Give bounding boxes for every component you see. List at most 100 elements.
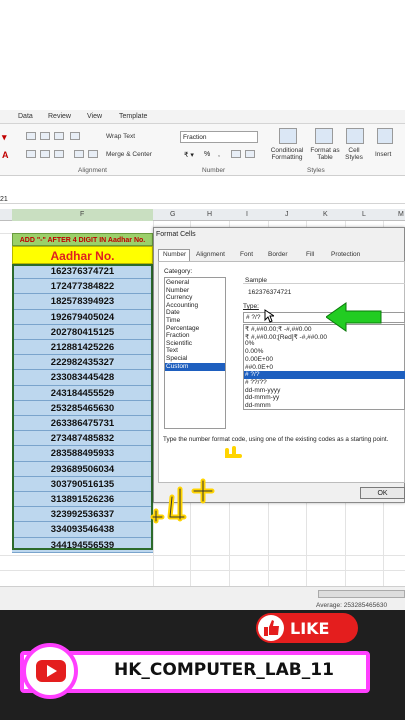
format-code-item[interactable]: ₹ #,##0.00;[Red]₹ -#,##0.00 [245,333,327,341]
orientation-icon[interactable] [70,132,80,140]
ribbon: ▾ A Wrap Text Merge & Center Fraction ₹ … [0,124,405,176]
tab-fill[interactable]: Fill [306,251,314,258]
column-header-l[interactable]: L [362,211,366,218]
gridline [0,555,405,556]
cell-styles-icon[interactable] [346,128,364,144]
type-label: Type: [243,303,259,310]
cell-styles-button[interactable]: Cell Styles [340,147,368,161]
format-code-item[interactable]: dd-mm-yyyy [245,387,280,394]
format-code-item[interactable]: # ?/? [245,371,259,378]
horizontal-scrollbar[interactable] [318,590,405,598]
category-item[interactable]: Fraction [166,332,189,339]
align-bottom-icon[interactable] [54,132,64,140]
alignment-group-label: Alignment [78,167,107,174]
column-header-i[interactable]: I [246,211,248,218]
align-top-icon[interactable] [26,132,36,140]
category-item[interactable]: Special [166,355,187,362]
category-label: Category: [164,268,193,275]
column-headers: F G H I J K L M [0,209,405,221]
format-code-item[interactable]: 0% [245,340,254,347]
instruction-header-cell[interactable]: ADD "-" AFTER 4 DIGIT IN Aadhar No. [12,233,153,246]
category-item[interactable]: Time [166,317,180,324]
handwritten-four-plus-icon [150,478,215,524]
format-code-item[interactable]: 0.00E+00 [245,356,273,363]
currency-button[interactable]: ₹ ▾ [184,151,194,159]
styles-group-label: Styles [307,167,325,174]
video-top-margin [0,0,405,110]
conditional-formatting-icon[interactable] [279,128,297,144]
column-header-h[interactable]: H [207,211,212,218]
decrease-indent-icon[interactable] [74,150,84,158]
decrease-decimal-icon[interactable] [245,150,255,158]
comma-button[interactable]: , [218,151,220,158]
wrap-text-button[interactable]: Wrap Text [106,133,135,140]
tab-number[interactable]: Number [163,251,186,258]
youtube-play-icon [36,660,66,682]
fill-color-icon[interactable]: ▾ [2,132,7,143]
format-code-selection-highlight [244,371,405,379]
align-left-icon[interactable] [26,150,36,158]
format-as-table-icon[interactable] [315,128,333,144]
handwritten-mark-icon [225,446,242,458]
format-code-item[interactable]: dd-mmm-yy [245,394,279,401]
percent-button[interactable]: % [204,151,210,158]
format-hint-text: Type the number format code, using one o… [163,436,389,443]
green-arrow-icon [326,302,382,332]
tab-alignment[interactable]: Alignment [196,251,225,258]
format-as-table-button[interactable]: Format as Table [307,147,343,161]
format-code-item[interactable]: 0.00% [245,348,263,355]
category-item[interactable]: Date [166,309,180,316]
number-format-value: Fraction [183,134,207,141]
category-item[interactable]: Scientific [166,340,192,347]
like-label: LIKE [290,619,330,638]
increase-indent-icon[interactable] [88,150,98,158]
tab-view[interactable]: View [87,113,102,120]
font-color-icon[interactable]: A [2,150,9,160]
category-item[interactable]: Number [166,287,189,294]
column-header-j[interactable]: J [285,211,289,218]
status-average: Average: 253285465630 [316,602,388,609]
name-box[interactable]: 21 [0,196,8,203]
column-header-f[interactable]: F [80,211,84,218]
column-header-m[interactable]: M [398,211,404,218]
category-item[interactable]: Currency [166,294,192,301]
category-item[interactable]: Custom [166,363,188,370]
category-item[interactable]: General [166,279,189,286]
tab-review[interactable]: Review [48,113,71,120]
conditional-formatting-button[interactable]: Conditional Formatting [267,147,307,161]
category-item[interactable]: Text [166,347,178,354]
dialog-title: Format Cells [156,231,196,238]
tab-font[interactable]: Font [240,251,253,258]
tab-border[interactable]: Border [268,251,288,258]
number-format-select[interactable]: Fraction [180,131,258,143]
column-header-g[interactable]: G [170,211,175,218]
mouse-cursor-icon [264,309,274,323]
ok-button[interactable]: OK [360,487,405,499]
number-group-label: Number [202,167,226,174]
formula-bar: 21 [0,176,405,204]
status-bar: Average: 253285465630 [0,586,405,610]
format-code-item[interactable]: ##0.0E+0 [245,364,273,371]
format-code-item[interactable]: dd-mmm [245,402,271,409]
tab-template[interactable]: Template [119,113,147,120]
align-right-icon[interactable] [54,150,64,158]
align-center-icon[interactable] [40,150,50,158]
channel-name: HK_COMPUTER_LAB_11 [114,660,334,680]
increase-decimal-icon[interactable] [231,150,241,158]
insert-button[interactable]: Insert [375,151,391,158]
gridline [0,570,405,571]
type-input-value: # ?/? [246,314,261,321]
tab-data[interactable]: Data [18,113,33,120]
tab-protection[interactable]: Protection [331,251,360,258]
format-code-item[interactable]: # ??/?? [245,379,267,386]
merge-center-button[interactable]: Merge & Center [106,151,152,158]
insert-cells-icon[interactable] [377,128,393,144]
category-item[interactable]: Percentage [166,325,199,332]
category-item[interactable]: Accounting [166,302,198,309]
ribbon-tab-bar: Data Review View Template [0,110,405,124]
align-middle-icon[interactable] [40,132,50,140]
selection-range-border [12,264,153,550]
aadhar-header-cell[interactable]: Aadhar No. [12,246,153,264]
sample-value: 162376374721 [248,289,292,296]
column-header-k[interactable]: K [323,211,328,218]
